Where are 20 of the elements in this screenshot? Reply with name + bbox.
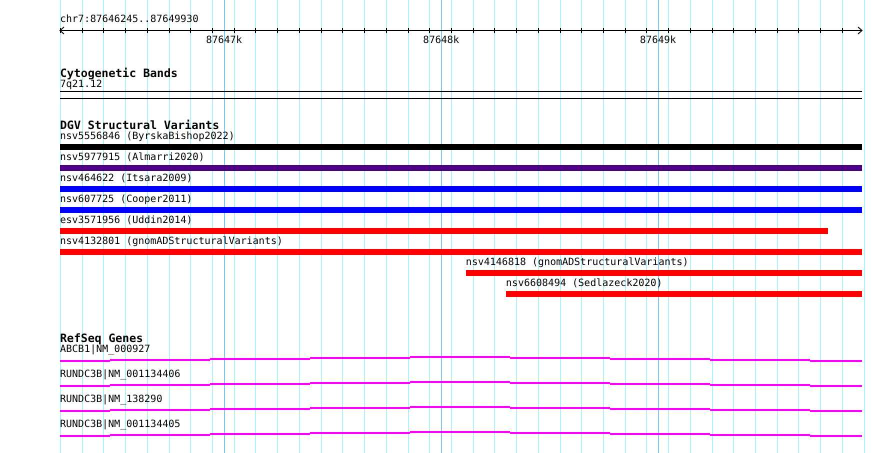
gene-label: RUNDC3B|NM_001134406 — [60, 369, 180, 381]
region-label: chr7:87646245..87649930 — [60, 14, 198, 26]
tick-label: 87648k — [423, 35, 460, 47]
tick-label: 87649k — [640, 35, 676, 47]
variant-label: nsv5556846 (ByrskaBishop2022) — [60, 131, 235, 143]
tick-label: 87647k — [206, 35, 242, 47]
variant-label: nsv607725 (Cooper2011) — [60, 194, 192, 206]
variant-label: nsv4146818 (gnomADStructuralVariants) — [466, 257, 689, 269]
gene-label: RUNDC3B|NM_138290 — [60, 394, 162, 406]
gene-label: ABCB1|NM_000927 — [60, 344, 150, 356]
track-title: DGV Structural Variants — [60, 119, 220, 131]
track-title: RefSeq Genes — [60, 332, 144, 344]
gene-label: RUNDC3B|NM_001134405 — [60, 419, 180, 431]
variant-label: nsv5977915 (Almarri2020) — [60, 152, 204, 164]
variant-label: nsv6608494 (Sedlazeck2020) — [506, 278, 662, 290]
band-label: 7q21.12 — [60, 79, 102, 91]
variant-label: nsv4132801 (gnomADStructuralVariants) — [60, 236, 283, 248]
track-title: Cytogenetic Bands — [60, 67, 178, 79]
variant-label: esv3571956 (Uddin2014) — [60, 215, 192, 227]
variant-label: nsv464622 (Itsara2009) — [60, 173, 192, 185]
